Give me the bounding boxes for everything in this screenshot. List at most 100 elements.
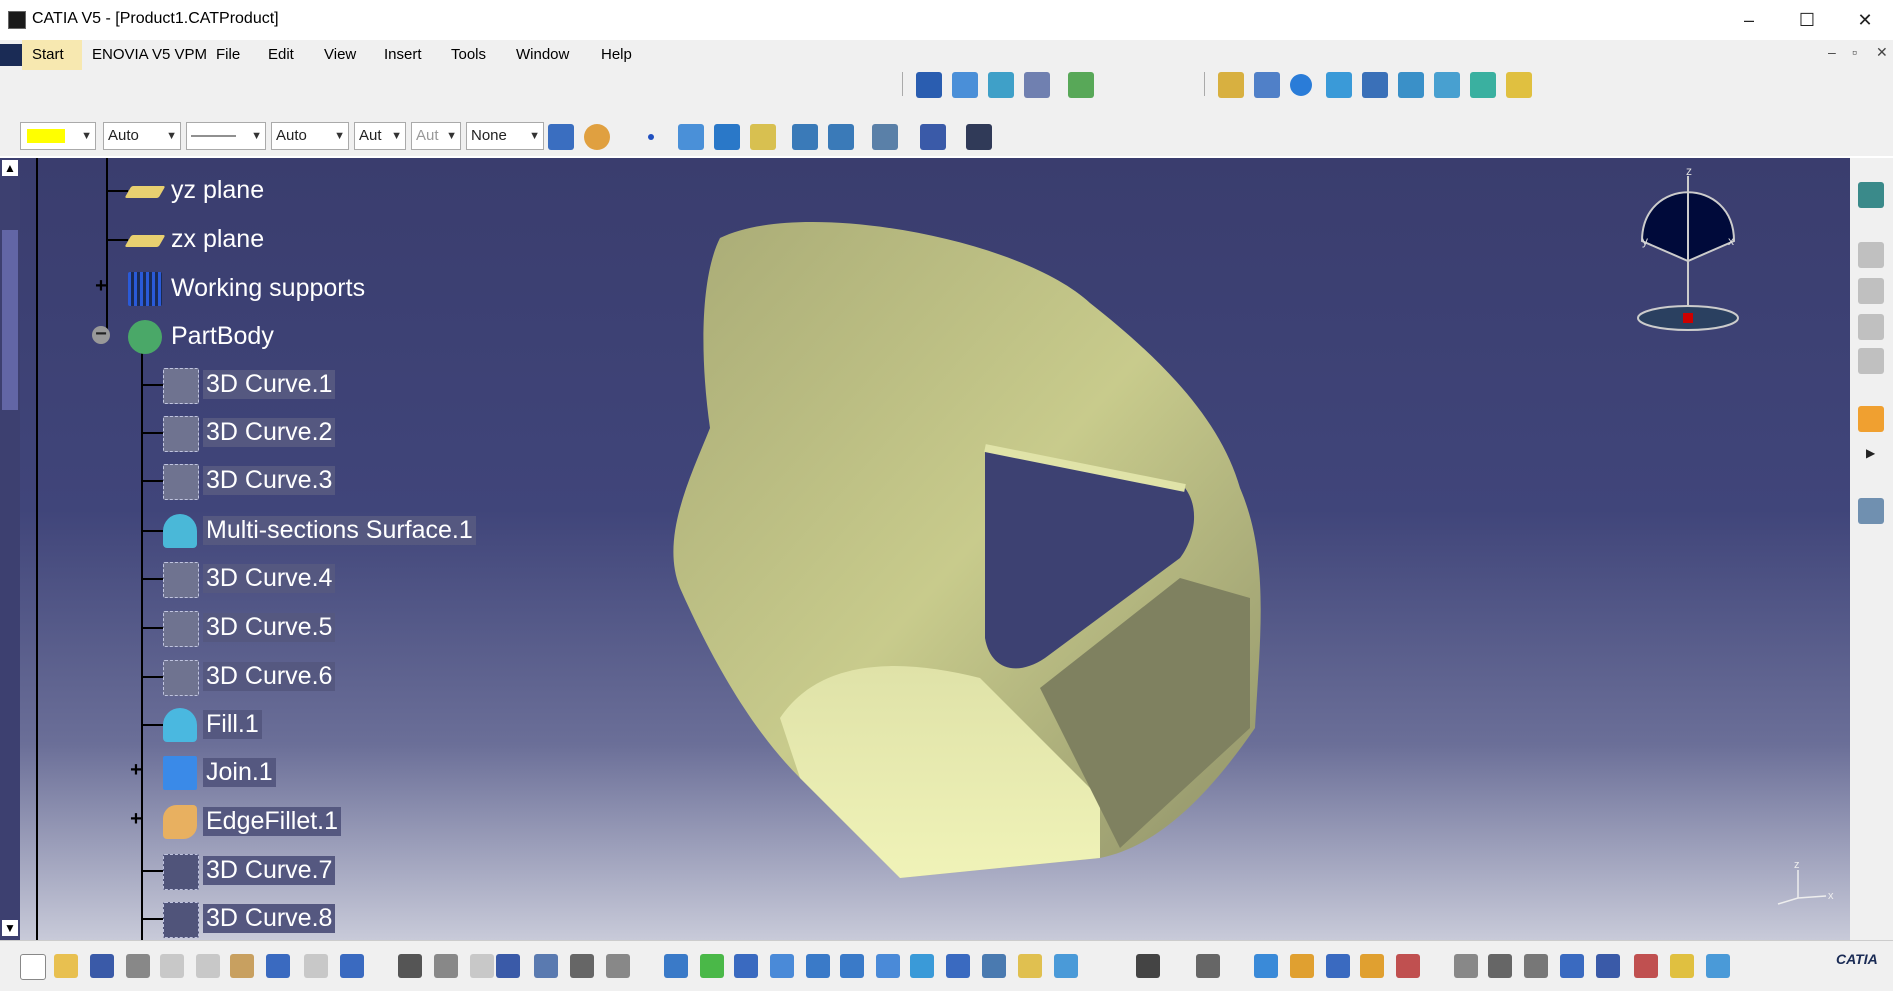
camera-icon[interactable] [1196, 954, 1220, 978]
menu-window[interactable]: Window [516, 46, 569, 63]
minimize-button[interactable]: – [1720, 0, 1778, 40]
hand-icon[interactable] [1488, 954, 1512, 978]
fly-mode-icon[interactable] [664, 954, 688, 978]
new-icon[interactable] [20, 954, 46, 980]
knowledge-icon[interactable] [434, 954, 458, 978]
open-icon[interactable] [54, 954, 78, 978]
selection-icon[interactable] [1670, 954, 1694, 978]
expand-icon[interactable]: + [92, 276, 110, 296]
rotate-icon[interactable] [770, 954, 794, 978]
sketcher-icon[interactable] [1858, 182, 1884, 208]
fit-all-icon[interactable] [700, 954, 724, 978]
hide-show-icon[interactable] [1068, 72, 1094, 98]
measure-icon[interactable] [792, 124, 818, 150]
measure-item-icon[interactable] [828, 124, 854, 150]
point-symbol-select[interactable]: Aut ▼ [354, 122, 406, 150]
paste-icon[interactable] [230, 954, 254, 978]
extrude-icon[interactable] [1218, 72, 1244, 98]
whats-this-icon[interactable] [340, 954, 364, 978]
menu-insert[interactable]: Insert [384, 46, 422, 63]
point-icon[interactable] [648, 134, 654, 140]
sketch-icon[interactable] [952, 72, 978, 98]
tree-scrollbar[interactable]: ▲ ▼ [0, 158, 20, 940]
extract-icon[interactable] [1360, 954, 1384, 978]
axis-system-icon[interactable] [1524, 954, 1548, 978]
scroll-down-icon[interactable]: ▼ [2, 920, 18, 936]
line-weight-select[interactable]: Auto ▼ [271, 122, 349, 150]
catia-logo-icon[interactable] [0, 44, 22, 66]
copy-icon[interactable] [196, 954, 220, 978]
cursor-icon[interactable] [1858, 406, 1884, 432]
mdi-minimize-button[interactable]: – [1828, 44, 1836, 60]
mdi-close-button[interactable]: ✕ [1876, 44, 1888, 61]
fill-color-select[interactable]: ▼ [20, 122, 96, 150]
hide-show-toggle-icon[interactable] [1018, 954, 1042, 978]
view-tool-icon[interactable] [1858, 348, 1884, 374]
spline-icon[interactable] [678, 124, 704, 150]
transform-icon[interactable] [1454, 954, 1478, 978]
menu-enovia[interactable]: ENOVIA V5 VPM [92, 46, 207, 63]
cut-icon[interactable] [160, 954, 184, 978]
offset-icon[interactable] [1362, 72, 1388, 98]
swap-visible-space-icon[interactable] [1054, 954, 1078, 978]
grid-tool-icon[interactable] [920, 124, 946, 150]
layer-select[interactable]: None ▼ [466, 122, 544, 150]
compass-tool-icon[interactable] [872, 124, 898, 150]
plane-system-icon[interactable] [1706, 954, 1730, 978]
expand-icon[interactable]: + [127, 760, 145, 780]
view-tool-icon[interactable] [1858, 314, 1884, 340]
pan-icon[interactable] [734, 954, 758, 978]
snap-to-point-icon[interactable] [1634, 954, 1658, 978]
grid-toggle-icon[interactable] [1560, 954, 1584, 978]
shading-icon[interactable] [982, 954, 1006, 978]
join-tool-icon[interactable] [1290, 954, 1314, 978]
save-icon[interactable] [90, 954, 114, 978]
surface-tool-icon[interactable] [988, 72, 1014, 98]
work-on-support-icon[interactable] [1596, 954, 1620, 978]
sphere-icon[interactable] [1290, 74, 1312, 96]
zoom-in-icon[interactable] [806, 954, 830, 978]
view-tool-icon[interactable] [1858, 242, 1884, 268]
menu-file[interactable]: File [216, 46, 240, 63]
close-button[interactable]: ✕ [1836, 0, 1893, 40]
healing-icon[interactable] [1326, 954, 1350, 978]
3d-viewport[interactable]: z y x z x yz plane zx plane + Working su… [0, 158, 1850, 940]
painter-icon[interactable] [548, 124, 574, 150]
menu-help[interactable]: Help [601, 46, 632, 63]
cylinder-icon[interactable] [1326, 72, 1352, 98]
fill-tool-icon[interactable] [1434, 72, 1460, 98]
multi-view-icon[interactable] [910, 954, 934, 978]
scroll-up-icon[interactable]: ▲ [2, 160, 18, 176]
view-tool-icon[interactable] [1858, 278, 1884, 304]
menu-tools[interactable]: Tools [451, 46, 486, 63]
catalog-icon[interactable] [570, 954, 594, 978]
split-icon[interactable] [1254, 954, 1278, 978]
normal-view-icon[interactable] [876, 954, 900, 978]
collapse-icon[interactable]: − [92, 324, 110, 344]
sweep-icon[interactable] [1024, 72, 1050, 98]
select-icon[interactable] [916, 72, 942, 98]
formula-icon[interactable] [398, 954, 422, 978]
menu-view[interactable]: View [324, 46, 356, 63]
linetype-select[interactable]: ——— ▼ [186, 122, 266, 150]
snap-icon[interactable] [966, 124, 992, 150]
design-table-icon[interactable] [534, 954, 558, 978]
arc-icon[interactable] [714, 124, 740, 150]
compass-widget[interactable]: z y x [1630, 166, 1750, 336]
annotation-icon[interactable] [1858, 498, 1884, 524]
table-icon[interactable] [496, 954, 520, 978]
expand-arrow-icon[interactable]: ▶ [1866, 446, 1875, 460]
maximize-button[interactable]: ☐ [1778, 0, 1836, 40]
transparency-select[interactable]: Auto ▼ [103, 122, 181, 150]
redo-icon[interactable] [304, 954, 328, 978]
boundary-icon[interactable] [1396, 954, 1420, 978]
expand-icon[interactable]: + [127, 809, 145, 829]
plane-tool-icon[interactable] [750, 124, 776, 150]
rendering-select[interactable]: Aut ▼ [411, 122, 461, 150]
undo-icon[interactable] [266, 954, 290, 978]
sweep-surface-icon[interactable] [1398, 72, 1424, 98]
revolve-icon[interactable] [1254, 72, 1280, 98]
macro-icon[interactable] [470, 954, 494, 978]
print-icon[interactable] [126, 954, 150, 978]
menu-edit[interactable]: Edit [268, 46, 294, 63]
